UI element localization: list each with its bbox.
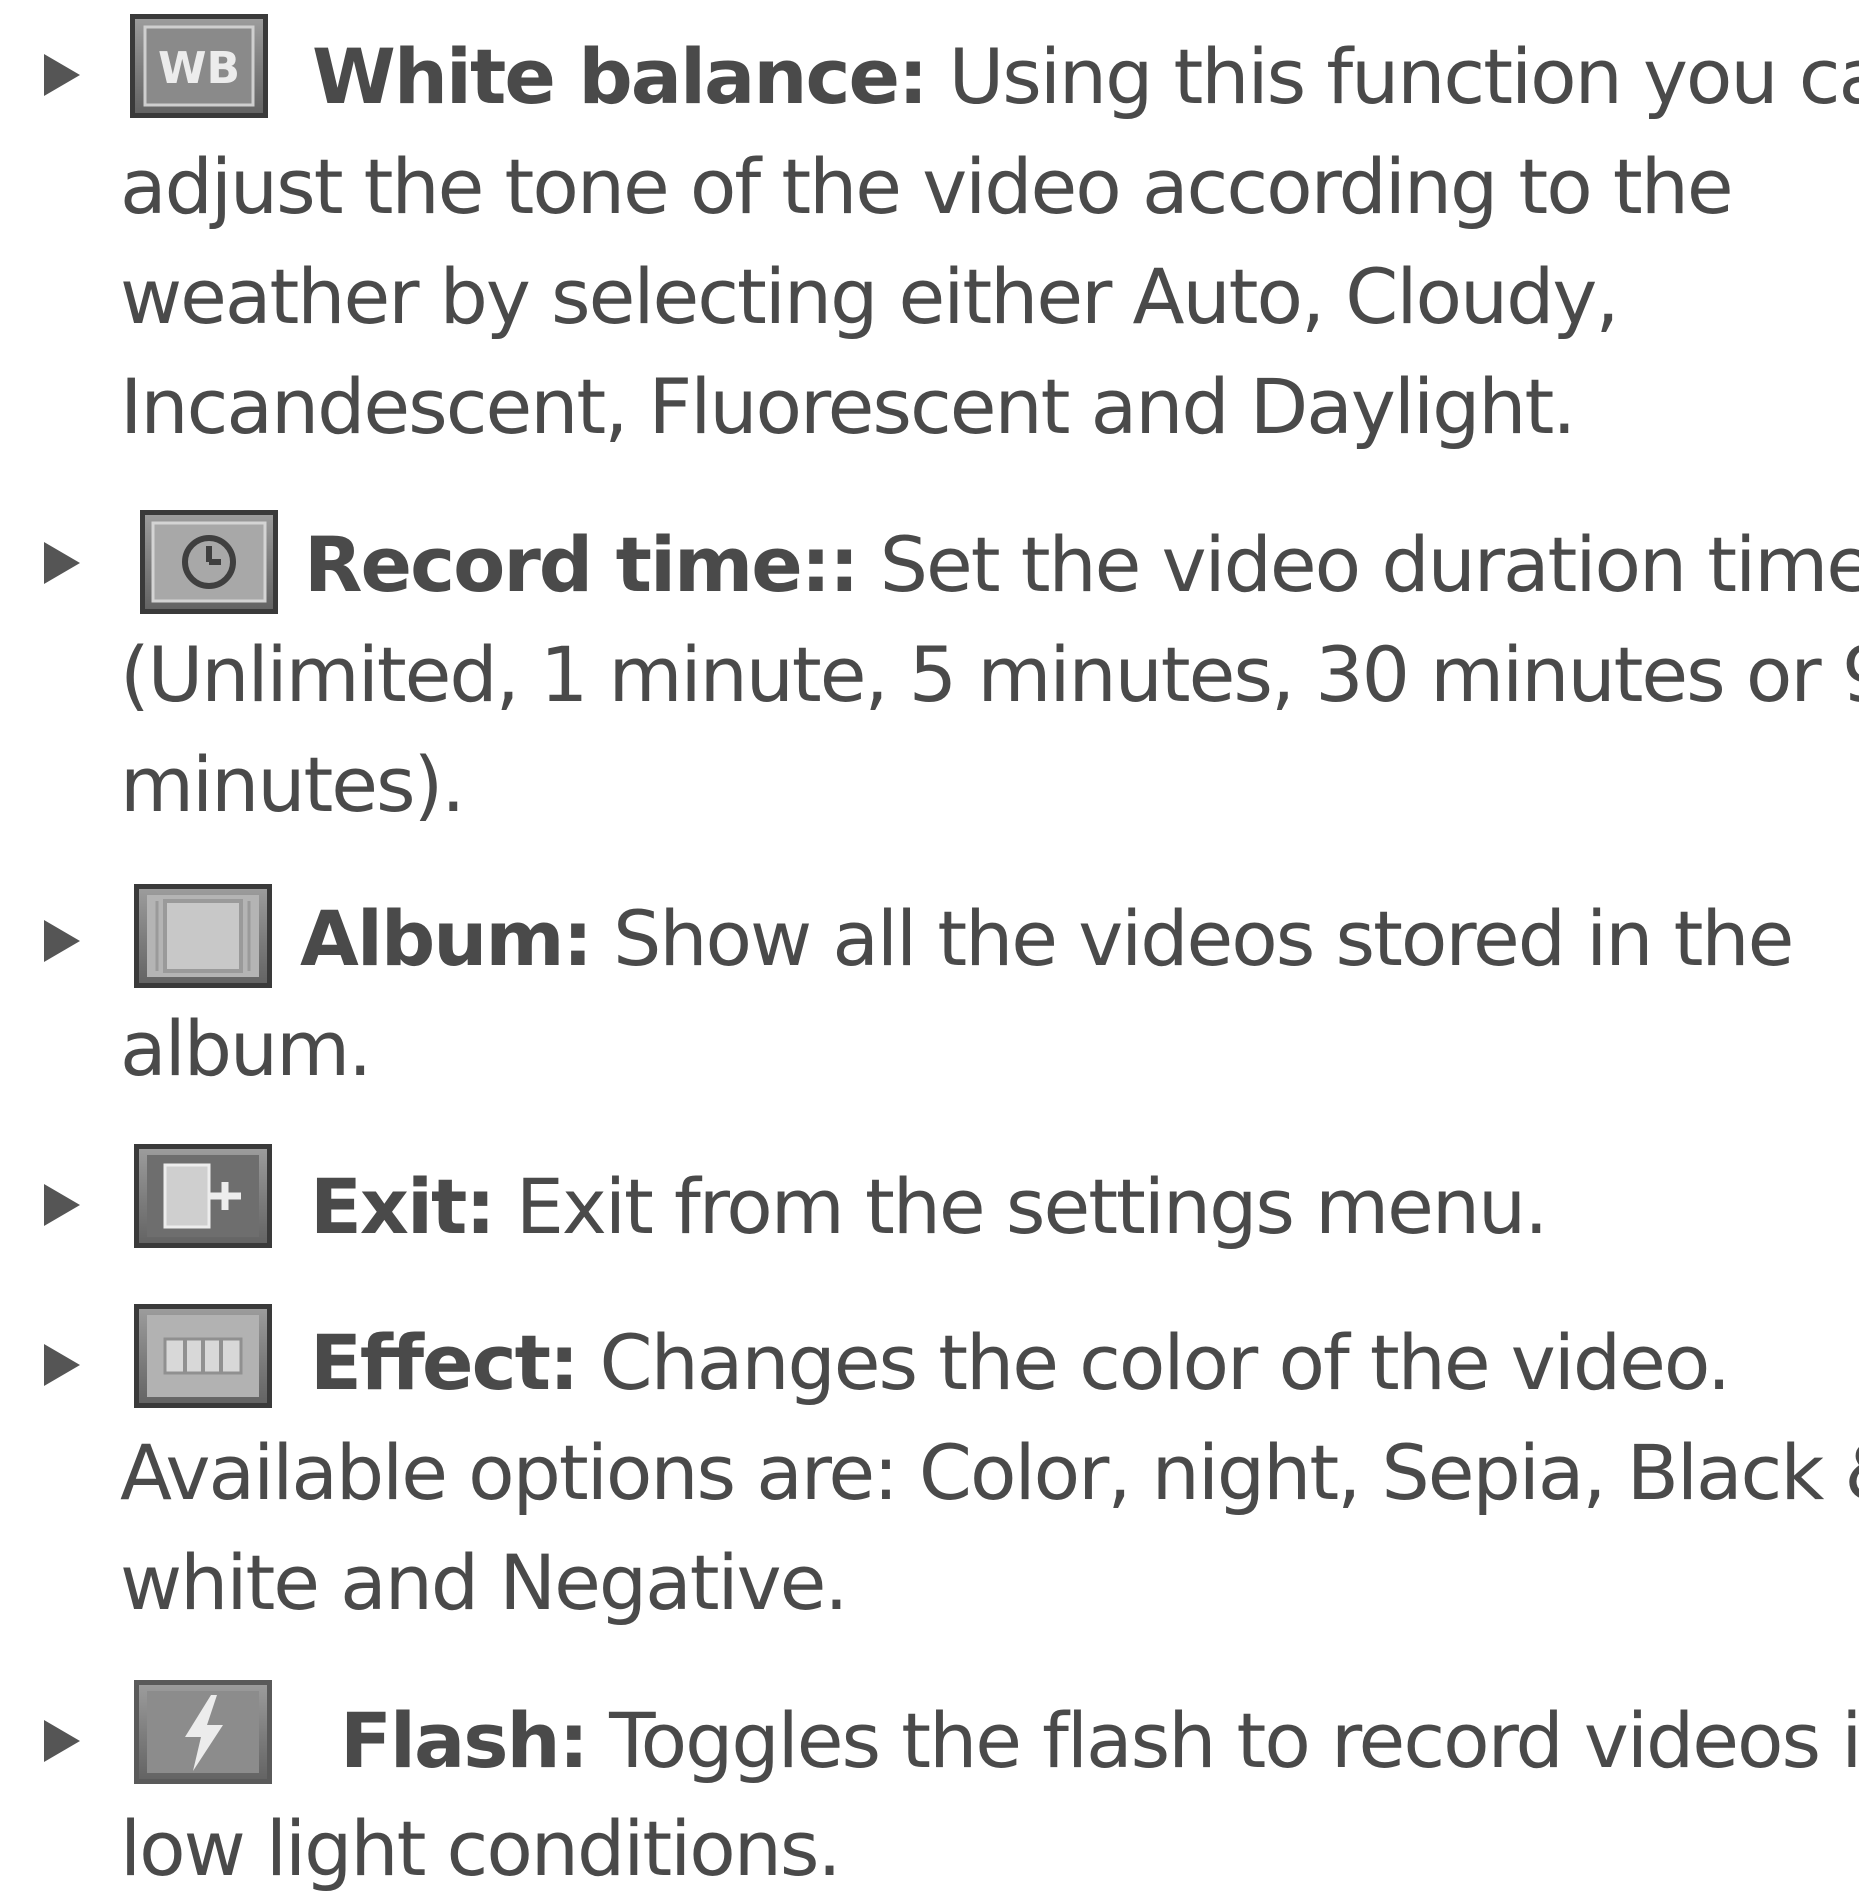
- term-label: Exit:: [310, 1162, 496, 1251]
- description-line: minutes).: [120, 740, 465, 829]
- term-label: Album:: [300, 894, 593, 983]
- exit-icon: [134, 1144, 272, 1248]
- item-line-1: Record time:: Set the video duration tim…: [304, 510, 1859, 620]
- svg-text:WB: WB: [158, 43, 240, 94]
- description-text: Exit from the settings menu.: [493, 1162, 1548, 1251]
- flash-icon: [134, 1680, 272, 1784]
- description-line: low light conditions.: [120, 1804, 842, 1893]
- description-text: Using this function you can: [926, 32, 1859, 121]
- item-line-1: Album: Show all the videos stored in the: [300, 884, 1794, 994]
- effect-icon: [134, 1304, 272, 1408]
- description-text: Set the video duration time: [857, 520, 1859, 609]
- description-line: (Unlimited, 1 minute, 5 minutes, 30 minu…: [120, 630, 1859, 719]
- album-icon: [134, 884, 272, 988]
- term-label: Flash:: [340, 1696, 589, 1785]
- bullet-arrow-icon: [44, 1344, 80, 1386]
- item-line-1: Exit: Exit from the settings menu.: [310, 1152, 1548, 1262]
- item-line-1: Flash: Toggles the flash to record video…: [340, 1686, 1859, 1796]
- term-label: Record time::: [304, 520, 860, 609]
- term-label: Effect:: [310, 1318, 579, 1407]
- bullet-arrow-icon: [44, 54, 80, 96]
- description-line: white and Negative.: [120, 1538, 849, 1627]
- bullet-arrow-icon: [44, 1720, 80, 1762]
- term-label: White balance:: [312, 32, 928, 121]
- bullet-arrow-icon: [44, 542, 80, 584]
- item-line-1: White balance: Using this function you c…: [312, 22, 1859, 132]
- description-line: album.: [120, 1004, 372, 1093]
- item-line-1: Effect: Changes the color of the video.: [310, 1308, 1732, 1418]
- description-line: Available options are: Color, night, Sep…: [120, 1428, 1859, 1517]
- bullet-arrow-icon: [44, 920, 80, 962]
- bullet-arrow-icon: [44, 1184, 80, 1226]
- description-text: Show all the videos stored in the: [590, 894, 1794, 983]
- description-text: Toggles the flash to record videos in: [587, 1696, 1859, 1785]
- description-text: Changes the color of the video.: [577, 1318, 1732, 1407]
- description-line: adjust the tone of the video according t…: [120, 142, 1734, 231]
- white-balance-icon: WB: [130, 14, 268, 118]
- description-line: weather by selecting either Auto, Cloudy…: [120, 252, 1619, 341]
- description-line: Incandescent, Fluorescent and Daylight.: [120, 362, 1576, 451]
- clock-icon: [140, 510, 278, 614]
